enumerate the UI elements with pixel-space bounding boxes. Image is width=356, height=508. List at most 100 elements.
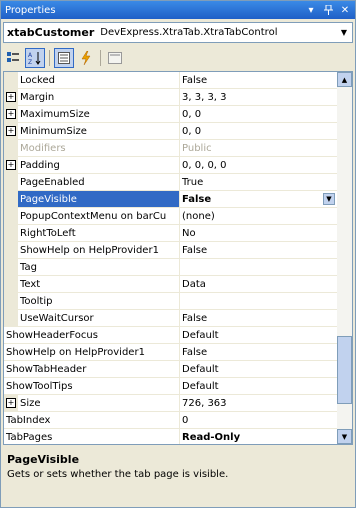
property-row[interactable]: Modifiers Public: [4, 140, 337, 157]
property-value[interactable]: 0, 0, 0, 0: [180, 157, 337, 173]
property-name[interactable]: Modifiers: [18, 140, 180, 156]
property-rows: Locked False + Margin 3, 3, 3, 3 + MaximumSize…: [4, 72, 337, 444]
property-name[interactable]: Tooltip: [18, 293, 180, 309]
scroll-down-icon[interactable]: ▼: [337, 429, 352, 444]
property-row[interactable]: PageEnabled True: [4, 174, 337, 191]
property-row[interactable]: + MaximumSize 0, 0: [4, 106, 337, 123]
row-gutter: +: [4, 89, 18, 105]
property-name[interactable]: RightToLeft: [18, 225, 180, 241]
property-value[interactable]: 726, 363: [180, 395, 337, 411]
property-row[interactable]: + Padding 0, 0, 0, 0: [4, 157, 337, 174]
scroll-up-icon[interactable]: ▲: [337, 72, 352, 87]
property-name[interactable]: MaximumSize: [18, 106, 180, 122]
property-value[interactable]: [180, 293, 337, 309]
property-row[interactable]: PopupContextMenu on barCu (none): [4, 208, 337, 225]
property-value-text: False: [182, 193, 212, 205]
property-value-text: False: [182, 244, 208, 256]
property-value[interactable]: True: [180, 174, 337, 190]
property-pages-icon[interactable]: [105, 48, 125, 68]
property-row[interactable]: + MinimumSize 0, 0: [4, 123, 337, 140]
value-dropdown-icon[interactable]: ▼: [323, 193, 335, 205]
events-icon[interactable]: [76, 48, 96, 68]
property-name[interactable]: MinimumSize: [18, 123, 180, 139]
pin-icon[interactable]: [321, 3, 335, 17]
scrollbar-thumb[interactable]: [337, 336, 352, 404]
property-value[interactable]: No: [180, 225, 337, 241]
property-name[interactable]: Margin: [18, 89, 180, 105]
expand-plus-icon[interactable]: +: [6, 92, 16, 102]
property-name[interactable]: PageVisible: [18, 191, 180, 207]
property-value[interactable]: Default: [180, 327, 337, 343]
property-value[interactable]: (none): [180, 208, 337, 224]
property-value[interactable]: False: [180, 344, 337, 360]
property-row[interactable]: Tag: [4, 259, 337, 276]
property-row[interactable]: TabIndex 0: [4, 412, 337, 429]
property-name[interactable]: Tag: [18, 259, 180, 275]
property-value[interactable]: 0, 0: [180, 106, 337, 122]
property-name[interactable]: Size: [18, 395, 180, 411]
expand-plus-icon[interactable]: +: [6, 109, 16, 119]
categorized-icon[interactable]: [3, 48, 23, 68]
property-row[interactable]: Locked False: [4, 72, 337, 89]
property-value[interactable]: Default: [180, 361, 337, 377]
properties-icon[interactable]: [54, 48, 74, 68]
property-name[interactable]: ShowHeaderFocus: [4, 327, 180, 343]
object-selector[interactable]: xtabCustomer DevExpress.XtraTab.XtraTabC…: [3, 22, 353, 43]
property-value[interactable]: Default: [180, 378, 337, 394]
expand-plus-icon[interactable]: +: [6, 398, 16, 408]
alphabetical-icon[interactable]: AZ: [25, 48, 45, 68]
property-value[interactable]: Public: [180, 140, 337, 156]
property-name[interactable]: UseWaitCursor: [18, 310, 180, 326]
expand-plus-icon[interactable]: +: [6, 160, 16, 170]
property-value[interactable]: 3, 3, 3, 3: [180, 89, 337, 105]
property-row[interactable]: + Margin 3, 3, 3, 3: [4, 89, 337, 106]
property-row[interactable]: Tooltip: [4, 293, 337, 310]
property-row[interactable]: ShowHelp on HelpProvider1 False: [4, 242, 337, 259]
property-name[interactable]: ShowHelp on HelpProvider1: [18, 242, 180, 258]
property-name[interactable]: Text: [18, 276, 180, 292]
property-row[interactable]: Text Data: [4, 276, 337, 293]
property-value[interactable]: False: [180, 310, 337, 326]
property-row[interactable]: ShowHeaderFocus Default: [4, 327, 337, 344]
property-value[interactable]: False: [180, 242, 337, 258]
close-icon[interactable]: ✕: [338, 3, 352, 17]
title-bar[interactable]: Properties ▾ ✕: [1, 1, 355, 19]
toolbar-separator: [100, 50, 101, 66]
property-value[interactable]: 0, 0: [180, 123, 337, 139]
property-row[interactable]: ShowHelp on HelpProvider1 False: [4, 344, 337, 361]
property-name[interactable]: ShowTabHeader: [4, 361, 180, 377]
property-value[interactable]: False: [180, 72, 337, 88]
property-value[interactable]: [180, 259, 337, 275]
property-name[interactable]: ShowHelp on HelpProvider1: [4, 344, 180, 360]
property-value-text: Read-Only: [182, 431, 241, 443]
property-row[interactable]: ShowTabHeader Default: [4, 361, 337, 378]
expand-plus-icon[interactable]: +: [6, 126, 16, 136]
property-row[interactable]: TabPages Read-Only: [4, 429, 337, 444]
row-gutter: +: [4, 157, 18, 173]
property-name[interactable]: PopupContextMenu on barCu: [18, 208, 180, 224]
window-dropdown-icon[interactable]: ▾: [304, 3, 318, 17]
property-name[interactable]: PageEnabled: [18, 174, 180, 190]
property-row[interactable]: PageVisible False ▼: [4, 191, 337, 208]
property-row[interactable]: UseWaitCursor False: [4, 310, 337, 327]
property-row[interactable]: ShowToolTips Default: [4, 378, 337, 395]
property-value-text: Default: [182, 380, 219, 392]
property-value[interactable]: Data: [180, 276, 337, 292]
property-name[interactable]: TabPages: [4, 429, 180, 444]
property-row[interactable]: + Size 726, 363: [4, 395, 337, 412]
property-value[interactable]: Read-Only: [180, 429, 337, 444]
description-pane: PageVisible Gets or sets whether the tab…: [3, 447, 353, 505]
property-name[interactable]: Locked: [18, 72, 180, 88]
toolbar-separator: [49, 50, 50, 66]
property-name[interactable]: ShowToolTips: [4, 378, 180, 394]
property-value[interactable]: 0: [180, 412, 337, 428]
property-row[interactable]: RightToLeft No: [4, 225, 337, 242]
property-name[interactable]: Padding: [18, 157, 180, 173]
property-grid[interactable]: Locked False + Margin 3, 3, 3, 3 + MaximumSize…: [3, 71, 353, 445]
properties-toolbar: AZ: [3, 46, 353, 70]
property-name[interactable]: TabIndex: [4, 412, 180, 428]
chevron-down-icon[interactable]: ▼: [337, 24, 351, 41]
property-value[interactable]: False ▼: [180, 191, 337, 207]
vertical-scrollbar[interactable]: ▲ ▼: [337, 72, 352, 444]
property-value-text: 0, 0: [182, 108, 202, 120]
